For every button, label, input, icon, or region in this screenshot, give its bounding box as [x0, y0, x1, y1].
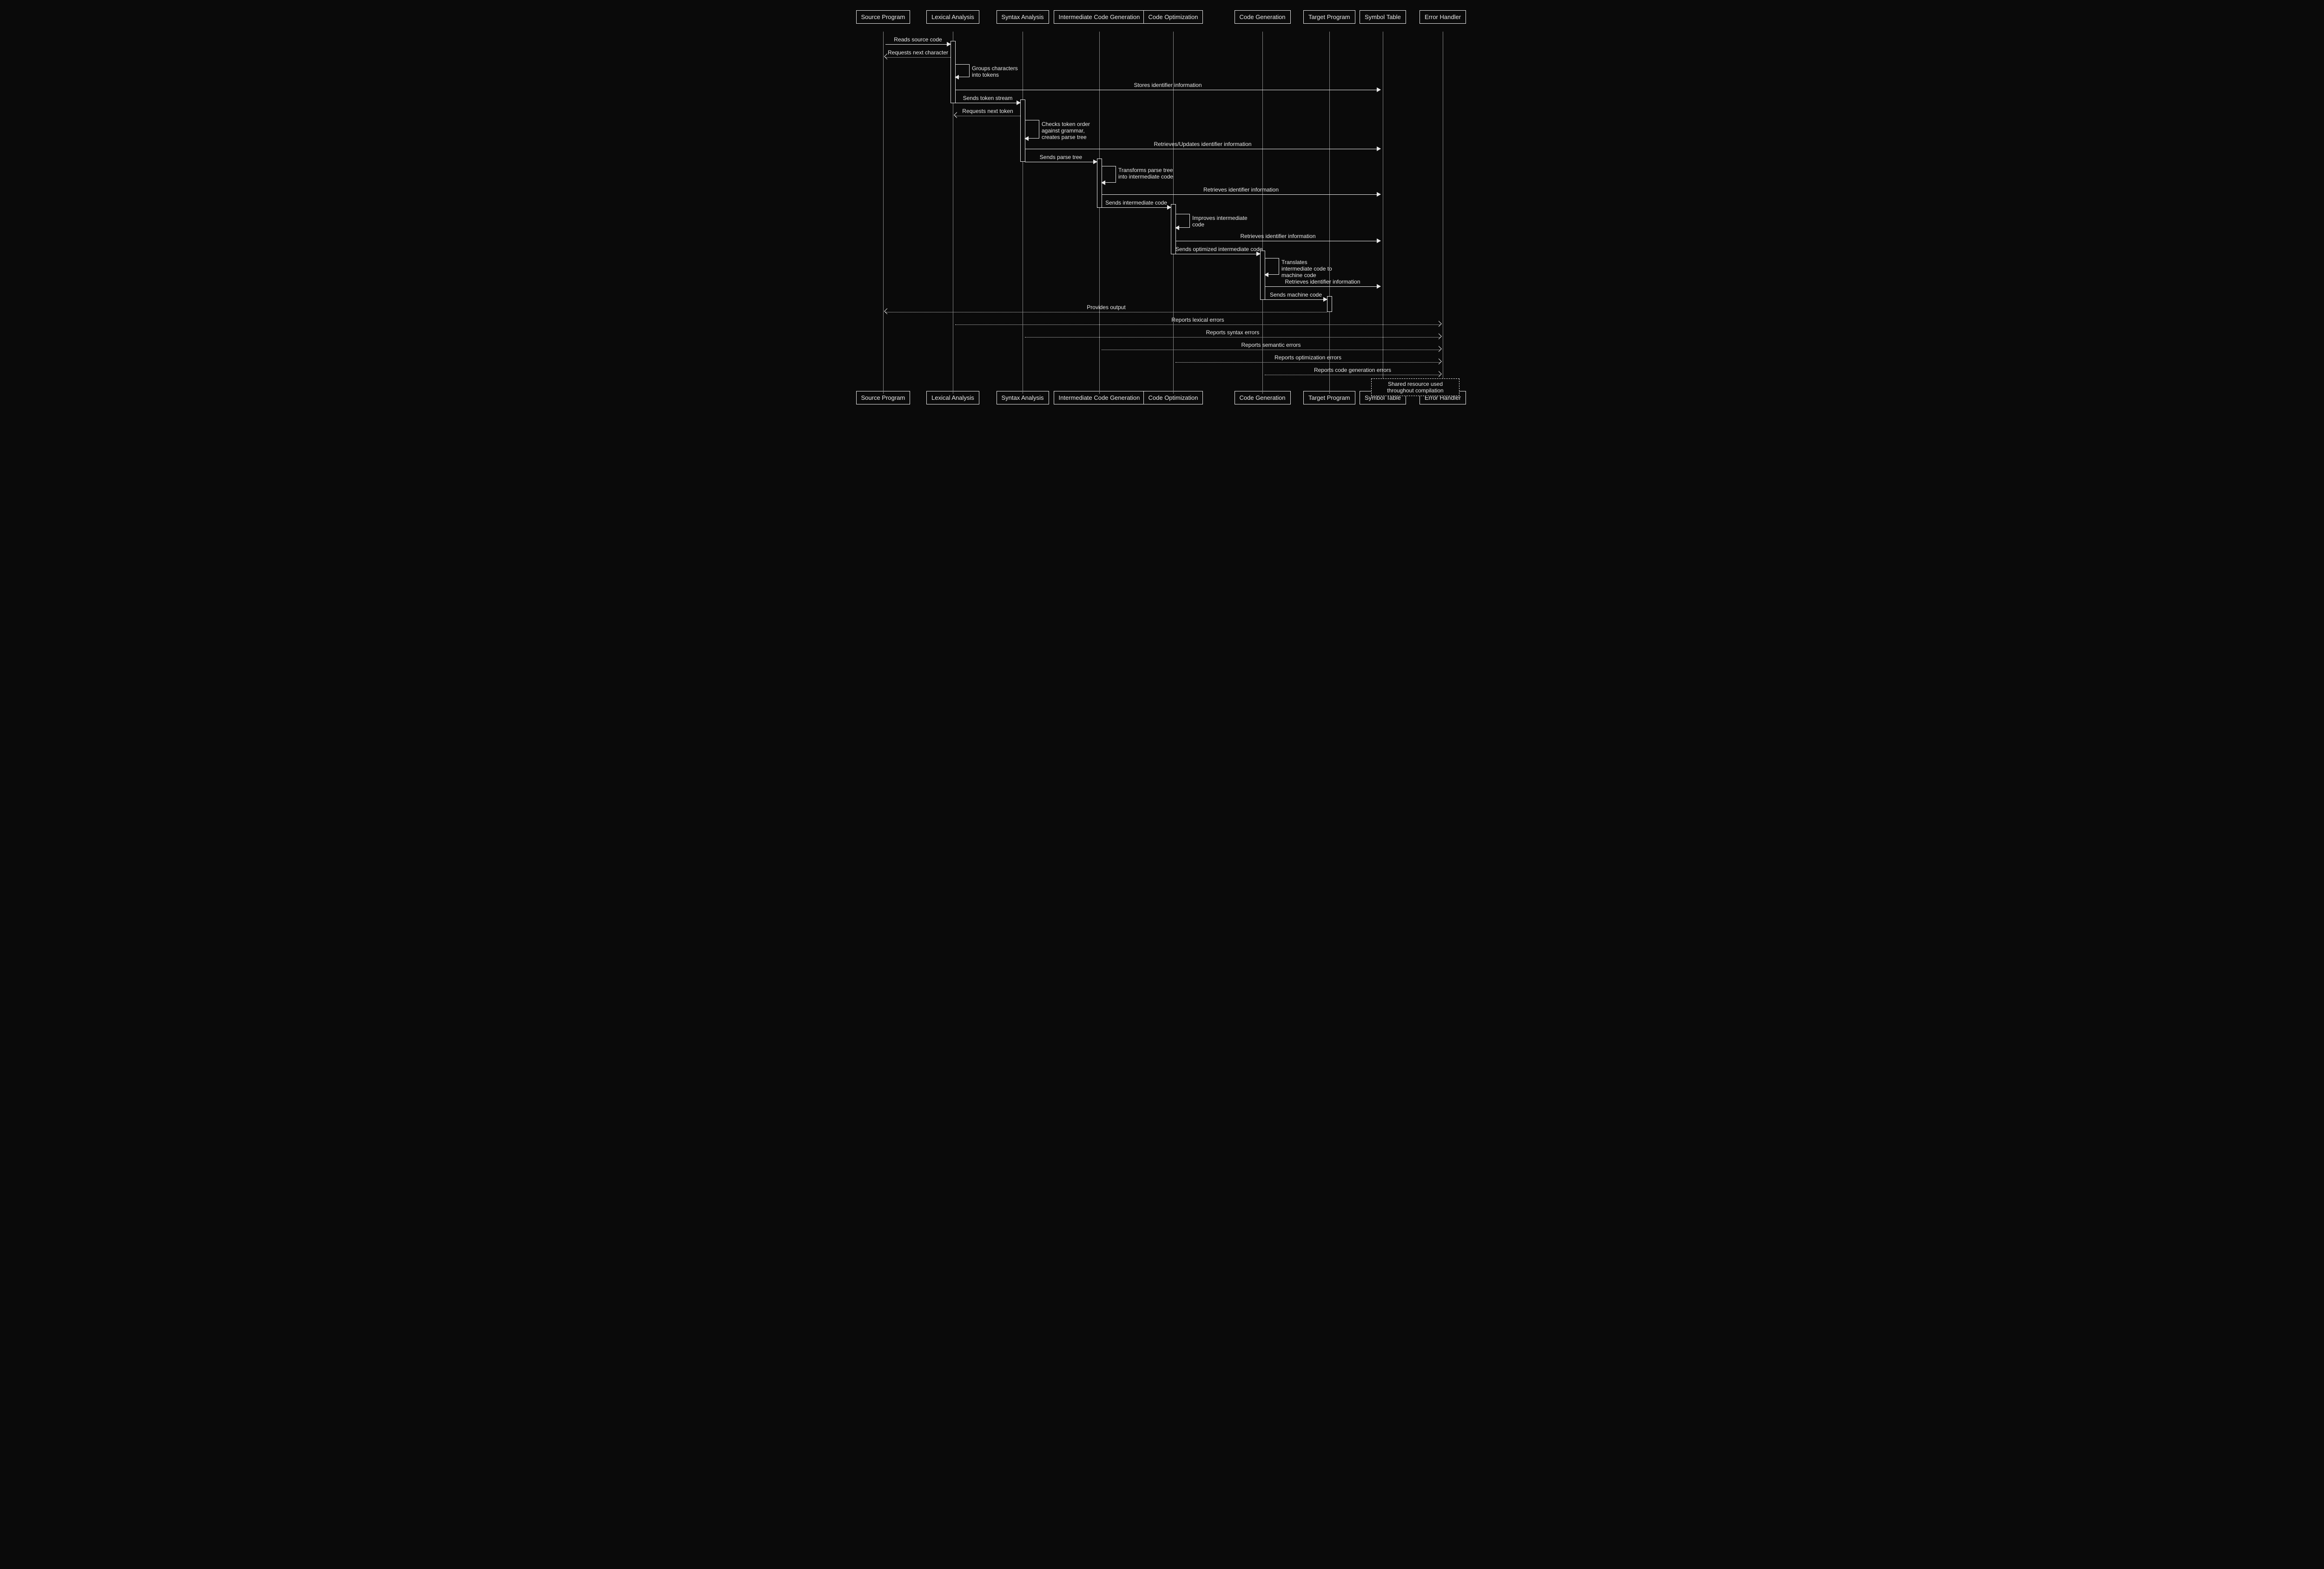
- actor-cg: Code Generation: [1235, 10, 1291, 24]
- message: Retrieves/Updates identifier information: [1025, 146, 1380, 152]
- lifeline-sp: [883, 32, 884, 394]
- message: Reports optimization errors: [1175, 359, 1440, 365]
- message: Reports lexical errors: [955, 321, 1440, 328]
- activation-la: [951, 41, 956, 103]
- actor-sa: Syntax Analysis: [997, 10, 1049, 24]
- sequence-diagram: Source ProgramSource ProgramLexical Anal…: [855, 0, 1469, 416]
- message: Reads source code: [885, 41, 951, 47]
- actor-la: Lexical Analysis: [926, 10, 979, 24]
- actor-eh: Error Handler: [1419, 10, 1466, 24]
- message: Requests next token: [955, 113, 1020, 119]
- message: Retrieves identifier information: [1175, 238, 1380, 244]
- activation-tp: [1327, 296, 1332, 312]
- message: Reports syntax errors: [1025, 334, 1440, 340]
- message: Retrieves identifier information: [1265, 283, 1380, 290]
- message: Retrieves identifier information: [1102, 191, 1380, 198]
- note-shared-resource: Shared resource used throughout compilat…: [1371, 378, 1459, 396]
- message: Provides output: [885, 309, 1327, 315]
- actor-icg: Intermediate Code Generation: [1054, 10, 1145, 24]
- message: Sends optimized intermediate code: [1175, 251, 1260, 257]
- message: Reports code generation errors: [1265, 371, 1440, 378]
- actor-co: Code Optimization: [1143, 10, 1203, 24]
- message: Sends machine code: [1265, 296, 1327, 303]
- message: Sends intermediate code: [1102, 204, 1171, 211]
- actor-sp: Source Program: [856, 10, 911, 24]
- message: Requests next character: [885, 54, 951, 60]
- message: Reports semantic errors: [1102, 346, 1440, 353]
- actor-tp: Target Program: [1303, 10, 1355, 24]
- actor-st: Symbol Table: [1360, 10, 1406, 24]
- activation-sa: [1020, 99, 1025, 162]
- message: Stores identifier information: [955, 86, 1380, 93]
- message: Sends parse tree: [1025, 159, 1097, 165]
- message: Sends token stream: [955, 99, 1020, 106]
